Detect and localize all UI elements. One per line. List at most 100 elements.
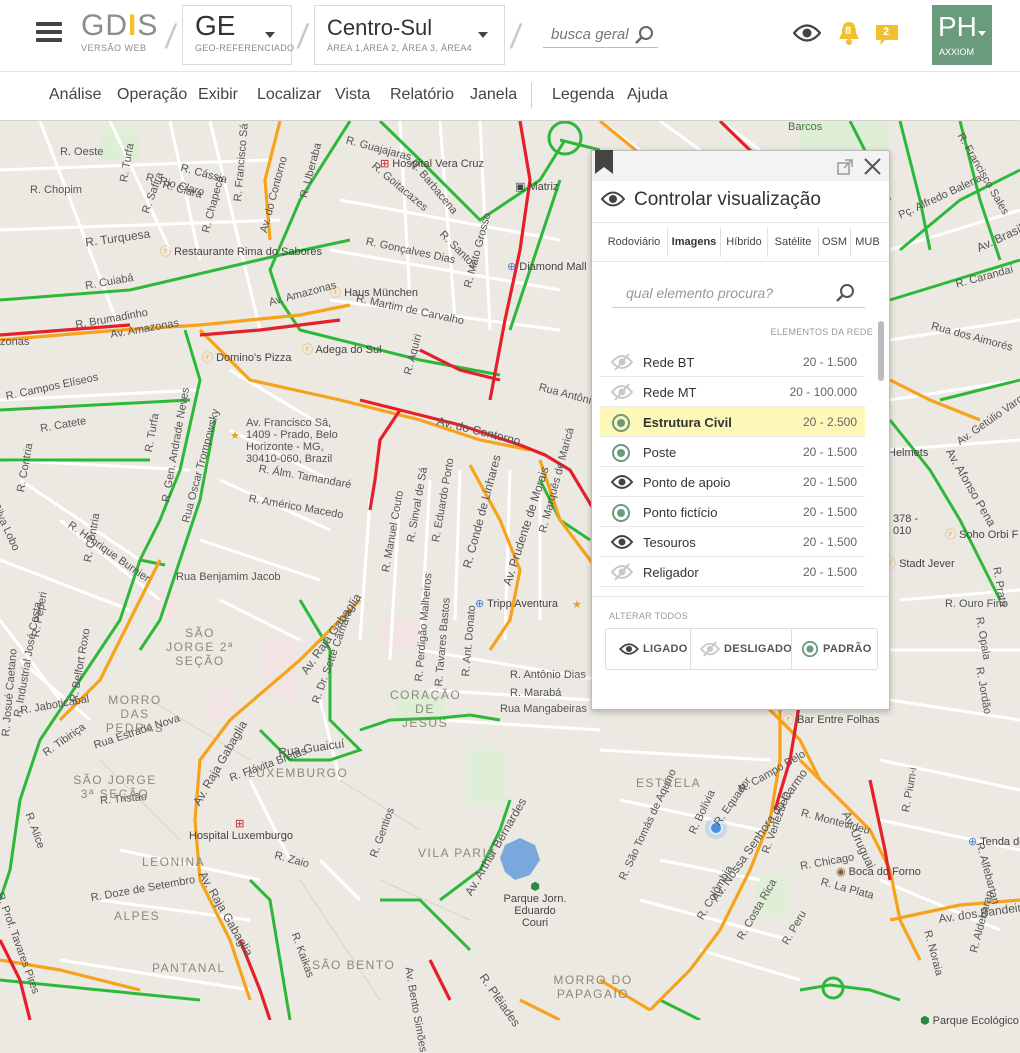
eye-off-icon[interactable] — [611, 383, 633, 401]
poi-label: Hospital Luxemburgo — [189, 830, 293, 842]
star-marker-icon[interactable]: ★ — [572, 598, 582, 611]
default-visibility-icon[interactable] — [611, 443, 631, 463]
element-row-tesouros[interactable]: Tesouros 20 - 1.500 — [600, 527, 865, 557]
restaurant-icon: ⓡ — [945, 529, 956, 541]
search-icon[interactable] — [634, 25, 654, 45]
map-poi[interactable]: ⓡ Restaurante Rima do Sabores — [160, 243, 322, 259]
eye-icon — [601, 191, 625, 207]
element-row-ponto-ficticio[interactable]: Ponto fictício 20 - 1.500 — [600, 497, 865, 527]
element-name: Rede BT — [643, 355, 695, 370]
map-poi[interactable]: ◉ Boca do Forno — [836, 865, 921, 878]
tab-mub[interactable]: MUB — [851, 223, 884, 261]
menu-janela[interactable]: Janela — [470, 86, 517, 104]
element-row-estrutura-civil[interactable]: Estrutura Civil 20 - 2.500 — [600, 407, 865, 437]
restaurant-icon: ⓡ — [160, 246, 171, 258]
all-default-button[interactable]: PADRÃO — [792, 629, 877, 669]
neighborhood-label: MORRO DO PAPAGAIO — [553, 973, 633, 1001]
map-poi[interactable]: 378 - 010 — [893, 513, 933, 537]
scrollbar-thumb[interactable] — [878, 321, 884, 381]
star-marker-icon[interactable]: ★ — [230, 429, 240, 442]
elements-scrollbar[interactable] — [878, 321, 884, 593]
menu-localizar[interactable]: Localizar — [257, 86, 321, 104]
eye-off-icon[interactable] — [611, 353, 633, 371]
menu-analise[interactable]: Análise — [49, 86, 101, 104]
neighborhood-label: MORRO DAS PEDRAS — [105, 693, 165, 735]
eye-off-icon[interactable] — [611, 563, 633, 581]
default-visibility-icon[interactable] — [611, 503, 631, 523]
restaurant-icon: ⓡ — [330, 287, 341, 299]
all-off-button[interactable]: DESLIGADO — [691, 629, 793, 669]
element-row-rede-mt[interactable]: Rede MT 20 - 100.000 — [600, 377, 865, 407]
element-row-rede-bt[interactable]: Rede BT 20 - 1.500 — [600, 347, 865, 377]
default-visibility-icon[interactable] — [611, 413, 631, 433]
menu-relatorio[interactable]: Relatório — [390, 86, 454, 104]
map-poi[interactable]: ⬢ Parque Ecológico — [920, 1014, 1019, 1027]
menu-vista[interactable]: Vista — [335, 86, 370, 104]
menu-ajuda[interactable]: Ajuda — [627, 86, 668, 104]
neighborhood-label: ALPES — [114, 909, 161, 923]
map-poi[interactable]: ⊕ Tripp Aventura — [475, 597, 558, 610]
eye-icon[interactable] — [611, 533, 633, 551]
logo-subtitle: VERSÃO WEB — [81, 43, 147, 53]
poi-label: Domino's Pizza — [216, 352, 292, 364]
tab-imagens[interactable]: Imagens — [668, 223, 720, 261]
map-poi[interactable]: ⓡ Domino's Pizza — [202, 349, 292, 365]
map-poi[interactable]: ⓡ Haus München — [330, 284, 418, 300]
map-poi[interactable]: ⊞ Hospital Luxemburgo — [189, 817, 339, 842]
alter-all-buttons: LIGADO DESLIGADO PADRÃO — [605, 628, 878, 670]
map-poi[interactable]: ⊞ Hospital Vera Cruz — [380, 157, 484, 170]
map-poi[interactable]: ⬢ Parque Jorn. Eduardo Couri — [500, 881, 570, 929]
element-row-religador[interactable]: Religador 20 - 1.500 — [600, 557, 865, 587]
chevron-down-icon — [265, 32, 275, 38]
element-row-poste[interactable]: Poste 20 - 1.500 — [600, 437, 865, 467]
element-scale-range: 20 - 1.500 — [802, 355, 857, 369]
element-scale-range: 20 - 1.500 — [802, 565, 857, 579]
search-icon[interactable] — [835, 283, 855, 303]
shopping-icon: ⊕ — [475, 598, 485, 610]
tab-hibrido[interactable]: Híbrido — [721, 223, 767, 261]
user-menu[interactable]: PH AXXIOM — [932, 5, 992, 65]
app-logo[interactable]: GDIS VERSÃO WEB — [81, 10, 161, 54]
menu-operacao[interactable]: Operação — [117, 86, 187, 104]
chevron-down-icon — [978, 31, 986, 36]
tab-satelite[interactable]: Satélite — [768, 223, 818, 261]
menu-icon[interactable] — [36, 22, 62, 46]
element-row-ponto-de-apoio[interactable]: Ponto de apoio 20 - 1.500 — [600, 467, 865, 497]
global-search[interactable]: busca geral — [543, 23, 658, 48]
eye-icon[interactable] — [793, 24, 821, 42]
menu-exibir[interactable]: Exibir — [198, 86, 238, 104]
alerts-bell[interactable]: 8 — [837, 20, 861, 46]
eye-icon[interactable] — [611, 473, 633, 491]
elements-label: ELEMENTOS DA REDE — [770, 327, 873, 337]
messages-button[interactable]: 2 — [875, 23, 899, 47]
menu-bar: Análise Operação Exibir Localizar Vista … — [0, 72, 1020, 120]
close-icon[interactable] — [864, 158, 881, 175]
element-scale-range: 20 - 2.500 — [802, 415, 857, 429]
tab-rodoviario[interactable]: Rodoviário — [601, 223, 667, 261]
map-street-label: Rua Mangabeiras — [500, 703, 587, 715]
element-search-input[interactable]: qual elemento procura? — [612, 279, 865, 308]
breadcrumb-separator: / — [295, 18, 311, 56]
map-poi[interactable]: ⊕ Diamond Mall — [507, 260, 587, 273]
map-poi[interactable]: Barcos — [788, 121, 822, 133]
bookmark-icon[interactable] — [594, 150, 614, 176]
map-poi[interactable]: ⓡ Soho Orbi F — [945, 526, 1018, 542]
map-street-label: R. Marabá — [510, 687, 562, 699]
all-off-label: DESLIGADO — [724, 643, 793, 655]
menu-legenda[interactable]: Legenda — [552, 86, 614, 104]
poi-label: Parque Jorn. Eduardo Couri — [503, 893, 567, 929]
tab-osm[interactable]: OSM — [819, 223, 850, 261]
all-on-button[interactable]: LIGADO — [606, 629, 690, 669]
region-selector[interactable]: Centro-Sul ÁREA 1,ÁREA 2, ÁREA 3, ÁREA4.… — [314, 5, 505, 65]
context-selector[interactable]: GE GEO-REFERENCIADO — [182, 5, 294, 65]
poi-label: Stadt Jever — [899, 558, 955, 570]
map-poi[interactable]: ▣ Matriz — [515, 180, 558, 193]
map-poi[interactable]: Helmets — [888, 447, 928, 459]
map-poi[interactable]: ⓡ Adega do Sul — [302, 341, 382, 357]
all-default-label: PADRÃO — [823, 643, 872, 655]
popout-icon[interactable] — [837, 159, 853, 175]
map-poi[interactable]: ⊕ Tenda do — [968, 835, 1020, 848]
map-poi[interactable]: ⓡ Stadt Jever — [885, 555, 955, 571]
element-name: Religador — [643, 565, 699, 580]
map-poi[interactable]: ⓡ Bar Entre Folhas — [783, 711, 880, 727]
